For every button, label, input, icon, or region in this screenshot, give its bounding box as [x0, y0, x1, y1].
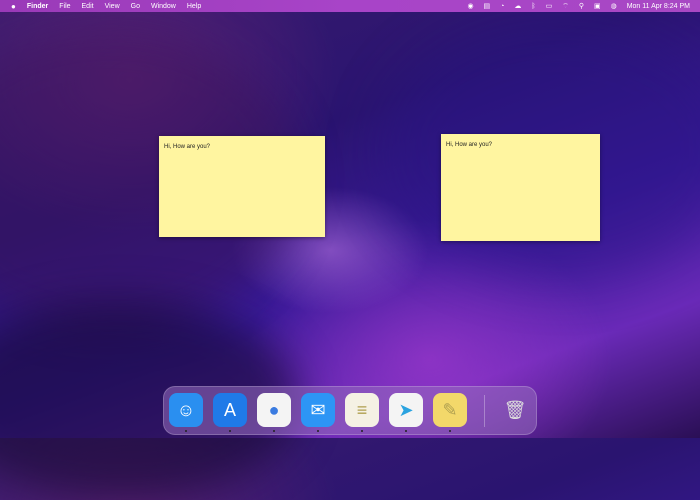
menu-help[interactable]: Help	[187, 3, 201, 10]
menu-view[interactable]: View	[105, 3, 120, 10]
stickies-icon: ✎	[442, 399, 458, 420]
dock-app-telegram[interactable]: ➤	[389, 393, 423, 427]
notes-icon: ≡	[356, 399, 368, 420]
dock-app-google-chrome[interactable]: ●	[257, 393, 291, 427]
menu-edit[interactable]: Edit	[82, 3, 94, 10]
note-text[interactable]: Hi, How are you?	[164, 144, 210, 150]
mail-icon: ✉	[310, 399, 326, 420]
note-text[interactable]: Hi, How are you?	[446, 142, 492, 148]
display-icon[interactable]: ▤	[484, 2, 491, 10]
menu-window[interactable]: Window	[151, 3, 176, 10]
clock[interactable]: Mon 11 Apr 8:24 PM	[627, 3, 690, 10]
trash-icon: 🗑	[503, 399, 527, 420]
dock-separator	[484, 395, 485, 427]
running-indicator	[273, 430, 275, 432]
menu-file[interactable]: File	[59, 3, 70, 10]
dock-app-app-store[interactable]: A	[213, 393, 247, 427]
menu-app-name[interactable]: Finder	[27, 3, 48, 10]
cloud-icon[interactable]: ☁	[514, 2, 521, 10]
running-indicator	[361, 430, 363, 432]
running-indicator	[229, 430, 231, 432]
sticky-note[interactable]: Hi, How are you?	[159, 136, 325, 237]
running-indicator	[449, 430, 451, 432]
bluetooth-icon[interactable]: ᛒ	[531, 3, 535, 10]
chrome-icon: ●	[268, 399, 280, 420]
running-indicator	[405, 430, 407, 432]
sync-icon[interactable]: ◔	[500, 3, 504, 10]
siri-icon[interactable]: ◍	[611, 2, 617, 10]
dock-app-notes[interactable]: ≡	[345, 393, 379, 427]
sticky-note[interactable]: Hi, How are you?	[441, 134, 600, 241]
search-icon[interactable]: ⚲	[579, 2, 584, 10]
telegram-icon: ➤	[398, 399, 414, 420]
dock-trash[interactable]: 🗑	[498, 393, 532, 427]
dock-app-finder[interactable]: ☺	[169, 393, 203, 427]
running-indicator	[185, 430, 187, 432]
running-indicator	[317, 430, 319, 432]
wifi-icon[interactable]: ⌔	[562, 2, 569, 11]
dock-app-mail[interactable]: ✉	[301, 393, 335, 427]
battery-icon[interactable]: ▭	[546, 2, 553, 10]
menu-go[interactable]: Go	[131, 3, 140, 10]
menu-bar: ● Finder File Edit View Go Window Help ◉…	[0, 0, 700, 12]
dock: ☺ A ● ✉ ≡ ➤ ✎ 🗑	[163, 386, 537, 435]
vpn-icon[interactable]: ◉	[467, 2, 473, 10]
apple-menu-icon[interactable]: ●	[11, 2, 16, 11]
app-store-icon: A	[223, 399, 236, 420]
control-center-icon[interactable]: ▣	[594, 2, 601, 10]
dock-app-stickies[interactable]: ✎	[433, 393, 467, 427]
finder-icon: ☺	[176, 399, 196, 420]
